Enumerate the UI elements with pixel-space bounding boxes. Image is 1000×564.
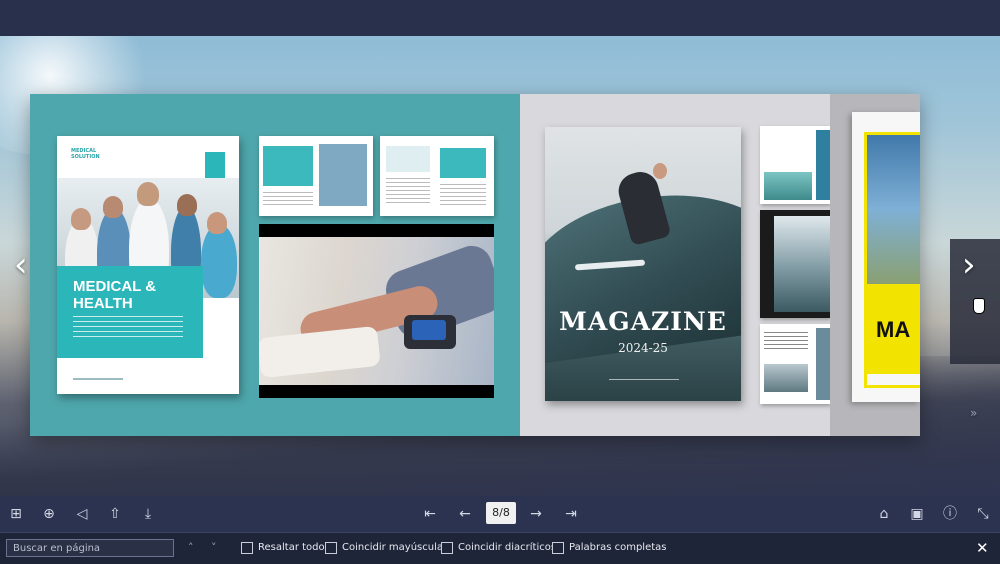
find-bar: Buscar en página ˄ ˅ Resaltar todo Coinc… bbox=[0, 532, 1000, 564]
find-previous-icon[interactable]: ˄ bbox=[188, 539, 194, 557]
grid-icon[interactable]: ⊞ bbox=[7, 505, 25, 523]
first-page-icon[interactable]: ⇤ bbox=[421, 505, 439, 523]
next-page-small-arrow[interactable]: » bbox=[970, 406, 977, 420]
medical-cover-footer bbox=[73, 378, 123, 380]
match-diacritics-label: Coincidir diacríticos bbox=[458, 542, 557, 553]
share-icon[interactable]: ⇧ bbox=[106, 505, 124, 523]
zoom-in-icon[interactable]: ⊕ bbox=[40, 505, 58, 523]
table-of-contents-icon[interactable]: ▣ bbox=[908, 505, 926, 523]
next-page-arrow[interactable]: › bbox=[962, 248, 976, 282]
brochure-spread-1 bbox=[259, 136, 373, 216]
info-icon[interactable]: ⓘ bbox=[941, 505, 959, 523]
close-find-bar-icon[interactable]: ✕ bbox=[976, 539, 989, 557]
yellow-cover-title: MA bbox=[876, 317, 911, 342]
magazine-cover-thumbnail: MAGAZINE 2024-25 bbox=[545, 127, 741, 401]
match-case-label: Coincidir mayúsculas bbox=[342, 542, 449, 553]
medical-brand: MEDICAL SOLUTION bbox=[71, 148, 100, 160]
brochure-spread-2 bbox=[380, 136, 494, 216]
embedded-video[interactable] bbox=[259, 224, 494, 398]
magazine-title: MAGAZINE bbox=[559, 307, 727, 336]
medical-cover-title: MEDICAL & HEALTH bbox=[73, 278, 157, 312]
magazine-spread-thumbnail-1 bbox=[760, 126, 830, 204]
blood-pressure-monitor bbox=[404, 315, 456, 349]
magazine-spread-thumbnail-2 bbox=[760, 210, 830, 318]
prev-page-arrow[interactable]: ‹ bbox=[14, 248, 28, 282]
top-bar bbox=[0, 0, 1000, 36]
magazine-year: 2024-25 bbox=[618, 341, 668, 355]
highlight-all-checkbox[interactable] bbox=[241, 542, 253, 554]
page-right[interactable]: MAGAZINE 2024-25 bbox=[520, 94, 830, 436]
match-case-checkbox[interactable] bbox=[325, 542, 337, 554]
yellow-magazine-cover: MA bbox=[852, 112, 920, 402]
prev-page-icon[interactable]: ← bbox=[456, 505, 474, 523]
last-page-icon[interactable]: ⇥ bbox=[562, 505, 580, 523]
flipbook[interactable]: MEDICAL SOLUTION MEDICAL & HEALTH MAGAZI… bbox=[30, 94, 920, 436]
download-icon[interactable]: ⤓ bbox=[139, 505, 157, 523]
next-page-icon[interactable]: → bbox=[527, 505, 545, 523]
magazine-spread-thumbnail-3 bbox=[760, 324, 830, 404]
medical-cover-thumbnail: MEDICAL SOLUTION MEDICAL & HEALTH bbox=[57, 136, 239, 394]
video-scene bbox=[259, 237, 494, 385]
find-input[interactable]: Buscar en página bbox=[6, 539, 174, 557]
magazine-signature bbox=[609, 373, 679, 380]
fullscreen-icon[interactable]: ⤡ bbox=[974, 505, 992, 523]
find-next-icon[interactable]: ˅ bbox=[211, 539, 217, 557]
whole-words-checkbox[interactable] bbox=[552, 542, 564, 554]
sound-icon[interactable]: ◁ bbox=[73, 505, 91, 523]
mouse-cursor bbox=[973, 298, 985, 314]
page-number-input[interactable]: 8/8 bbox=[486, 502, 516, 524]
next-page-flip[interactable]: MA bbox=[830, 94, 920, 436]
highlight-all-label: Resaltar todo bbox=[258, 542, 325, 553]
home-icon[interactable]: ⌂ bbox=[875, 505, 893, 523]
whole-words-label: Palabras completas bbox=[569, 542, 667, 553]
medical-cover-text-lines bbox=[73, 316, 183, 340]
flipbook-stage: MEDICAL SOLUTION MEDICAL & HEALTH MAGAZI… bbox=[0, 36, 1000, 496]
match-diacritics-checkbox[interactable] bbox=[441, 542, 453, 554]
page-left[interactable]: MEDICAL SOLUTION MEDICAL & HEALTH bbox=[30, 94, 520, 436]
